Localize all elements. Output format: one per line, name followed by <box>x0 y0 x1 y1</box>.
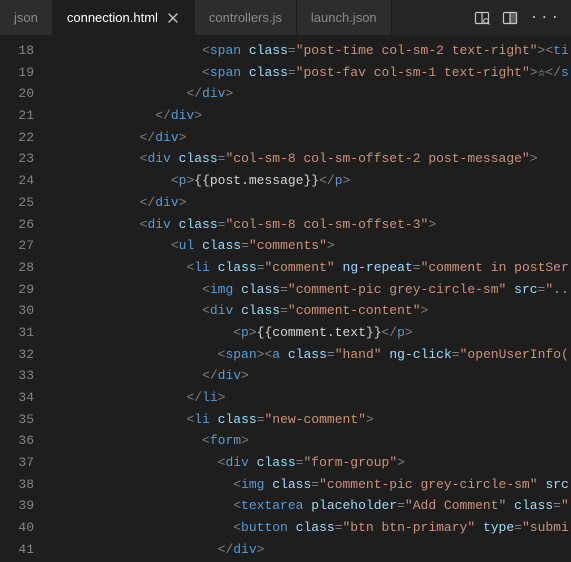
line-number: 38 <box>0 474 34 496</box>
code-line: <div class="col-sm-8 col-sm-offset-2 pos… <box>46 148 571 170</box>
line-number: 29 <box>0 279 34 301</box>
code-line: </div> <box>46 539 571 561</box>
code-area[interactable]: <span class="post-time col-sm-2 text-rig… <box>46 36 571 562</box>
code-line: <div class="form-group"> <box>46 452 571 474</box>
tab-controllers-js[interactable]: controllers.js <box>195 0 297 35</box>
code-line: <p>{{comment.text}}</p> <box>46 322 571 344</box>
editor: 1819202122232425262728293031323334353637… <box>0 36 571 562</box>
line-number: 31 <box>0 322 34 344</box>
editor-actions: ··· <box>464 0 571 35</box>
line-number: 28 <box>0 257 34 279</box>
line-number: 27 <box>0 235 34 257</box>
line-number: 35 <box>0 409 34 431</box>
line-number: 20 <box>0 83 34 105</box>
code-line: <div class="comment-content"> <box>46 300 571 322</box>
code-line: </div> <box>46 83 571 105</box>
code-line: <li class="new-comment"> <box>46 409 571 431</box>
code-line: <li class="comment" ng-repeat="comment i… <box>46 257 571 279</box>
code-line: </div> <box>46 192 571 214</box>
line-number: 30 <box>0 300 34 322</box>
code-line: <textarea placeholder="Add Comment" clas… <box>46 495 571 517</box>
code-line: <ul class="comments"> <box>46 235 571 257</box>
line-number: 24 <box>0 170 34 192</box>
code-line: <span class="post-time col-sm-2 text-rig… <box>46 40 571 62</box>
line-number: 23 <box>0 148 34 170</box>
line-number: 22 <box>0 127 34 149</box>
code-line: </li> <box>46 387 571 409</box>
tab-label: launch.json <box>311 10 377 25</box>
line-number: 19 <box>0 62 34 84</box>
tab-label: connection.html <box>67 10 158 25</box>
tab-connection-html[interactable]: connection.html <box>53 0 195 35</box>
code-line: </div> <box>46 105 571 127</box>
line-number: 34 <box>0 387 34 409</box>
line-number: 32 <box>0 344 34 366</box>
code-line: <p>{{post.message}}</p> <box>46 170 571 192</box>
code-line: <img class="comment-pic grey-circle-sm" … <box>46 279 571 301</box>
code-line: <div class="col-sm-8 col-sm-offset-3"> <box>46 214 571 236</box>
code-line: <span><a class="hand" ng-click="openUser… <box>46 344 571 366</box>
preview-icon[interactable] <box>474 10 490 26</box>
tabbar-spacer <box>392 0 464 35</box>
line-number: 18 <box>0 40 34 62</box>
line-number: 33 <box>0 365 34 387</box>
line-number: 40 <box>0 517 34 539</box>
tab-bar: json connection.html controllers.js laun… <box>0 0 571 36</box>
close-icon[interactable] <box>166 11 180 25</box>
more-actions-icon[interactable]: ··· <box>530 10 561 26</box>
code-line: </div> <box>46 365 571 387</box>
code-line: </div> <box>46 127 571 149</box>
line-number: 41 <box>0 539 34 561</box>
code-line: <form> <box>46 430 571 452</box>
tab-label: controllers.js <box>209 10 282 25</box>
split-editor-icon[interactable] <box>502 10 518 26</box>
tab-launch-json[interactable]: launch.json <box>297 0 392 35</box>
line-number: 21 <box>0 105 34 127</box>
tab-json-partial[interactable]: json <box>0 0 53 35</box>
tab-label: json <box>14 10 38 25</box>
line-number: 26 <box>0 214 34 236</box>
line-number-gutter: 1819202122232425262728293031323334353637… <box>0 36 46 562</box>
line-number: 36 <box>0 430 34 452</box>
line-number: 37 <box>0 452 34 474</box>
line-number: 39 <box>0 495 34 517</box>
code-line: <img class="comment-pic grey-circle-sm" … <box>46 474 571 496</box>
line-number: 25 <box>0 192 34 214</box>
code-line: <button class="btn btn-primary" type="su… <box>46 517 571 539</box>
code-line: <span class="post-fav col-sm-1 text-righ… <box>46 62 571 84</box>
